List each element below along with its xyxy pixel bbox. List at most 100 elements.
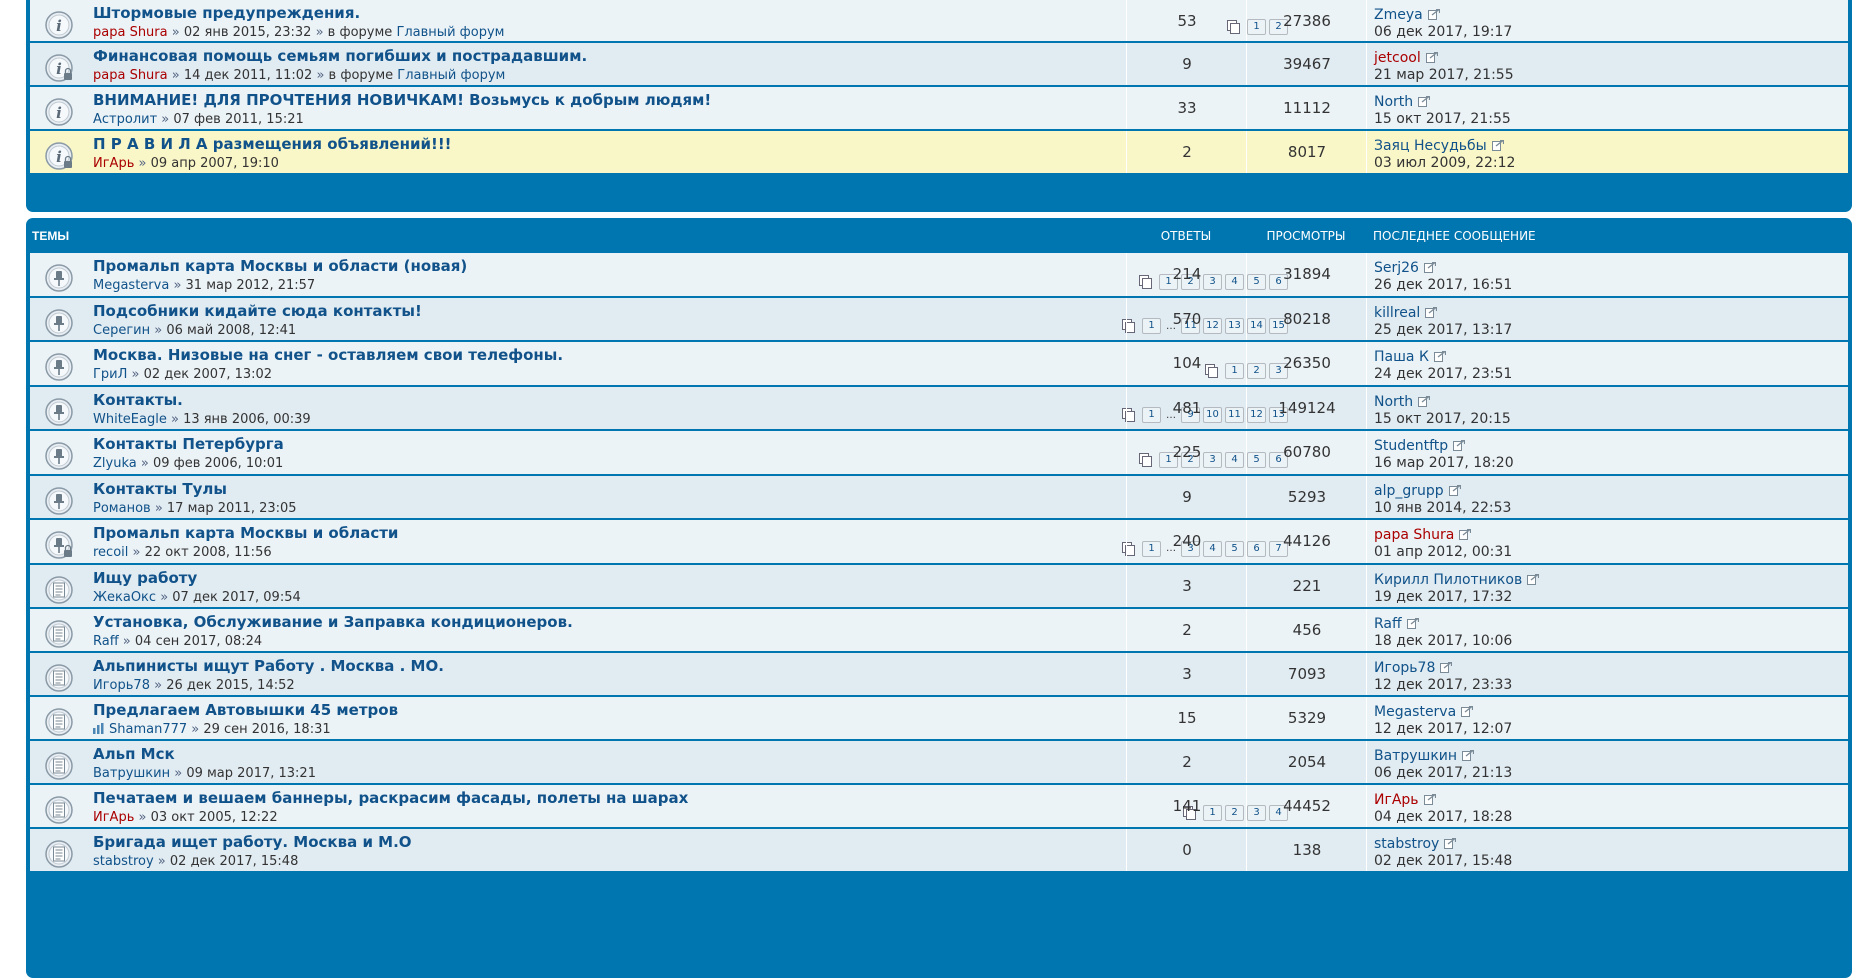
topic-title-link[interactable]: Промальп карта Москвы и области (новая): [93, 257, 467, 275]
last-post-user-link[interactable]: stabstroy: [1374, 836, 1439, 852]
topic-author-link[interactable]: Megasterva: [93, 278, 169, 293]
last-post-user-link[interactable]: ИгАрь: [1374, 792, 1419, 808]
topic-author-link[interactable]: Raff: [93, 634, 119, 649]
replies-count: 104: [1126, 342, 1247, 385]
topic-author-link[interactable]: Астролит: [93, 112, 157, 127]
topic-title-link[interactable]: ВНИМАНИЕ! ДЛЯ ПРОЧТЕНИЯ НОВИЧКАМ! Возьму…: [93, 91, 711, 109]
goto-last-post-icon[interactable]: [1462, 749, 1475, 761]
last-post-user-link[interactable]: Zmeya: [1374, 7, 1423, 23]
forum-link[interactable]: Главный форум: [397, 68, 505, 83]
last-post-user-link[interactable]: Raff: [1374, 616, 1402, 632]
goto-last-post-icon[interactable]: [1423, 793, 1436, 805]
topic-author-link[interactable]: Ватрушкин: [93, 766, 170, 781]
topic-title-link[interactable]: Промальп карта Москвы и области: [93, 524, 398, 542]
goto-last-post-icon[interactable]: [1433, 350, 1446, 362]
topic-date: 02 дек 2017, 15:48: [169, 853, 299, 869]
forum-link[interactable]: Главный форум: [396, 25, 504, 40]
topic-author-link[interactable]: papa Shura: [93, 25, 168, 40]
last-post-user-link[interactable]: North: [1374, 94, 1413, 110]
topic-title-link[interactable]: Контакты Петербурга: [93, 435, 284, 453]
topic-author-link[interactable]: Zlyuka: [93, 456, 137, 471]
topic-author-link[interactable]: Игорь78: [93, 678, 150, 693]
goto-last-post-icon[interactable]: [1406, 617, 1419, 629]
topic-title-link[interactable]: П Р А В И Л А размещения объявлений!!!: [93, 135, 452, 153]
topic-author-link[interactable]: ЖекаОкс: [93, 590, 156, 605]
meta-separator: »: [157, 112, 174, 127]
last-post-date: 24 дек 2017, 23:51: [1374, 366, 1513, 382]
topic-row: Промальп карта Москвы и области recoil » …: [30, 520, 1848, 565]
last-post-user-link[interactable]: Serj26: [1374, 260, 1419, 276]
goto-last-post-icon[interactable]: [1418, 95, 1431, 107]
topic-date: 22 окт 2008, 11:56: [144, 545, 272, 560]
sticky-icon: [44, 397, 74, 427]
topic-title-link[interactable]: Контакты Тулы: [93, 480, 227, 498]
topic-title-link[interactable]: Финансовая помощь семьям погибших и пост…: [93, 47, 587, 65]
topic-title-link[interactable]: Альп Мск: [93, 745, 175, 763]
last-post-user-link[interactable]: Кирилл Пилотников: [1374, 572, 1522, 588]
goto-last-post-icon[interactable]: [1418, 395, 1431, 407]
topic-title-link[interactable]: Контакты.: [93, 391, 183, 409]
topic-author-link[interactable]: recoil: [93, 545, 128, 560]
topic-author-link[interactable]: Серегин: [93, 323, 150, 338]
goto-last-post-icon[interactable]: [1440, 661, 1453, 673]
last-post-user-link[interactable]: Studentftp: [1374, 438, 1448, 454]
goto-last-post-icon[interactable]: [1425, 51, 1438, 63]
last-post-user-link[interactable]: jetcool: [1374, 50, 1421, 66]
last-post-user-link[interactable]: papa Shura: [1374, 527, 1454, 543]
topic-meta: Megasterva » 31 мар 2012, 21:57: [93, 278, 315, 293]
goto-last-post-icon[interactable]: [1461, 705, 1474, 717]
goto-last-post-icon[interactable]: [1459, 528, 1472, 540]
last-post-date: 04 дек 2017, 18:28: [1374, 808, 1513, 825]
topic-meta: WhiteEagle » 13 янв 2006, 00:39: [93, 412, 311, 427]
last-post-user-link[interactable]: Паша К: [1374, 349, 1429, 365]
topic-title-link[interactable]: Предлагаем Автовышки 45 метров: [93, 701, 398, 719]
last-post-user-link[interactable]: North: [1374, 394, 1413, 410]
topic-title-link[interactable]: Альпинисты ищут Работу . Москва . МО.: [93, 657, 444, 675]
last-post-date: 01 апр 2012, 00:31: [1374, 544, 1513, 560]
goto-last-post-icon[interactable]: [1427, 8, 1440, 20]
goto-last-post-icon[interactable]: [1423, 261, 1437, 273]
last-post-user-link[interactable]: Megasterva: [1374, 704, 1456, 720]
announcement-row: i Штормовые предупреждения. papa Shura » 0…: [30, 0, 1848, 43]
topic-date: 17 мар 2011, 23:05: [166, 500, 297, 516]
views-count: 456: [1246, 608, 1367, 651]
topic-row: Москва. Низовые на снег - оставляем свои…: [30, 342, 1848, 387]
topic-author-link[interactable]: ИгАрь: [93, 156, 134, 171]
goto-last-post-icon[interactable]: [1444, 837, 1457, 849]
topic-author-link[interactable]: WhiteEagle: [93, 412, 167, 427]
topic-title-link[interactable]: Москва. Низовые на снег - оставляем свои…: [93, 346, 563, 364]
topic-author-link[interactable]: Романов: [93, 501, 151, 516]
topic-title-link[interactable]: Установка, Обслуживание и Заправка конди…: [93, 613, 573, 631]
topic-title-link[interactable]: Ищу работу: [93, 569, 197, 587]
last-post-user-link[interactable]: alp_grupp: [1374, 483, 1444, 499]
last-post-user-link[interactable]: Игорь78: [1374, 660, 1435, 676]
topic-meta: Shaman777 » 29 сен 2016, 18:31: [93, 722, 331, 737]
topic-title-link[interactable]: Печатаем и вешаем баннеры, раскрасим фас…: [93, 789, 688, 807]
topic-meta: Романов » 17 мар 2011, 23:05: [93, 501, 297, 516]
last-post-user-link[interactable]: killreal: [1374, 305, 1420, 321]
topic-title-link[interactable]: Штормовые предупреждения.: [93, 4, 360, 22]
goto-last-post-icon[interactable]: [1425, 306, 1438, 318]
last-post-user-link[interactable]: Ватрушкин: [1374, 748, 1457, 764]
sticky-icon: [44, 352, 74, 382]
topic-meta: stabstroy » 02 дек 2017, 15:48: [93, 854, 298, 869]
topic-icon: [44, 839, 74, 869]
topic-author-link[interactable]: papa Shura: [93, 68, 168, 83]
topic-author-link[interactable]: ГриЛ: [93, 367, 127, 382]
last-post-user: Megasterva: [1374, 704, 1474, 720]
topic-author-link[interactable]: stabstroy: [93, 854, 154, 869]
goto-last-post-icon[interactable]: [1527, 573, 1540, 585]
topic-author-link[interactable]: Shaman777: [109, 722, 187, 737]
topic-meta: ГриЛ » 02 дек 2007, 13:02: [93, 367, 272, 382]
goto-last-post-icon[interactable]: [1491, 139, 1504, 151]
views-count: 138: [1246, 828, 1367, 871]
goto-last-post-icon[interactable]: [1448, 484, 1461, 496]
topic-title-link[interactable]: Бригада ищет работу. Москва и М.О: [93, 833, 412, 851]
replies-count: 9: [1126, 475, 1247, 518]
last-post: Кирилл Пилотников 19 дек 2017, 17:32: [1366, 564, 1856, 607]
topic-row: Альп Мск Ватрушкин » 09 мар 2017, 13:21 2 2…: [30, 740, 1848, 785]
last-post-user-link[interactable]: Заяц Несудьбы: [1374, 138, 1487, 154]
goto-last-post-icon[interactable]: [1453, 439, 1466, 451]
topic-author-link[interactable]: ИгАрь: [93, 810, 134, 825]
topic-title-link[interactable]: Подсобники кидайте сюда контакты!: [93, 302, 422, 320]
